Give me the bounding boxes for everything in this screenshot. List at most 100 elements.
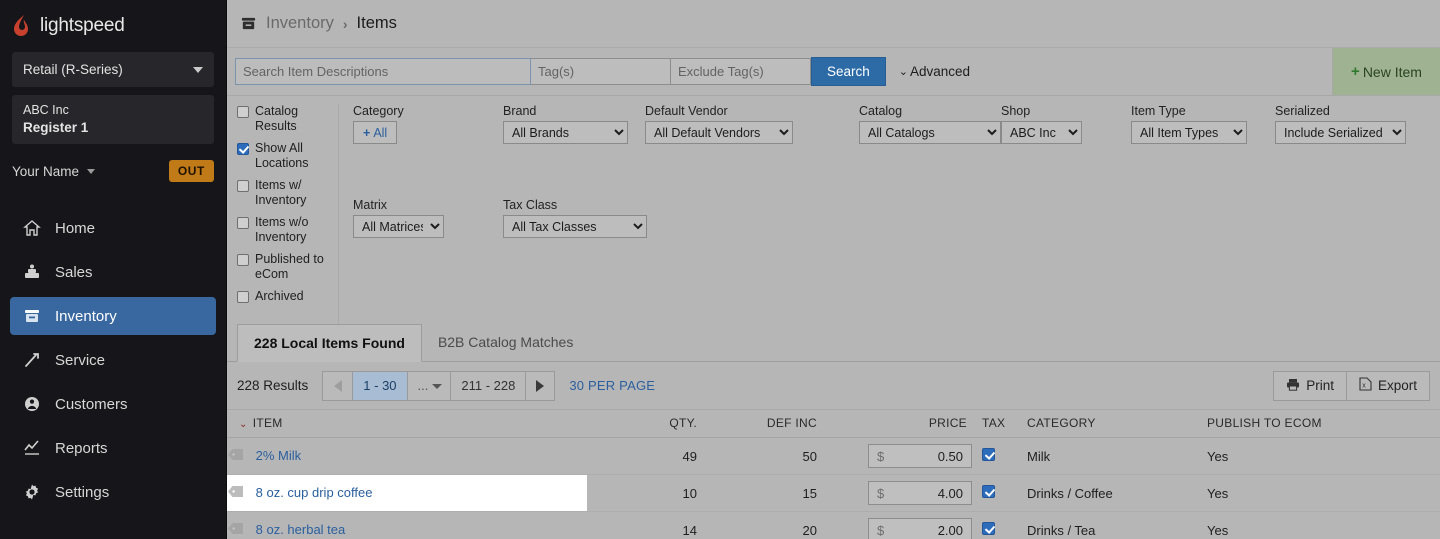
tax-checkbox-checked[interactable] — [982, 522, 995, 535]
col-tax[interactable]: TAX — [972, 410, 1027, 438]
tax-checkbox-checked[interactable] — [982, 448, 995, 461]
filter-dropdowns: Category + All Brand All Brands Default … — [339, 104, 1440, 318]
user-menu[interactable]: Your Name — [12, 164, 96, 179]
shop-register-box[interactable]: ABC Inc Register 1 — [12, 95, 214, 144]
table-row[interactable]: 8 oz. cup drip coffee 10 15 $ 4.00 Drink… — [227, 474, 1440, 512]
checkbox-icon[interactable] — [237, 254, 249, 266]
sidebar-item-customers[interactable]: Customers — [10, 385, 216, 423]
price-input[interactable]: $ 4.00 — [868, 481, 972, 505]
cell-publish: Yes — [1207, 474, 1440, 512]
sidebar-item-label: Sales — [55, 263, 93, 281]
filter-label: Serialized — [1275, 104, 1330, 118]
search-input[interactable] — [235, 58, 531, 85]
sidebar-item-label: Home — [55, 219, 96, 237]
brand: lightspeed — [0, 0, 226, 50]
per-page-link[interactable]: 30 PER PAGE — [569, 378, 655, 393]
sidebar-item-settings[interactable]: Settings — [10, 473, 216, 511]
tag-icon[interactable] — [227, 448, 244, 464]
table-row[interactable]: 2% Milk 49 50 $ 0.50 Milk Yes — [227, 437, 1440, 475]
col-item[interactable]: ⌄ ITEM — [227, 410, 587, 438]
filter-show-all-locations[interactable]: Show All Locations — [237, 141, 338, 170]
checkbox-icon[interactable] — [237, 106, 249, 118]
filter-published-to-ecom[interactable]: Published to eCom — [237, 252, 338, 281]
filter-archived[interactable]: Archived — [237, 289, 338, 304]
page-1-30[interactable]: 1 - 30 — [352, 370, 407, 401]
filter-catalog: Catalog All Catalogs — [859, 104, 1001, 144]
item-link[interactable]: 2% Milk — [256, 448, 302, 463]
exclude-tags-input[interactable] — [671, 58, 811, 85]
shop-select[interactable]: ABC Inc — [1001, 121, 1082, 144]
filter-items-without-inventory[interactable]: Items w/o Inventory — [237, 215, 338, 244]
tab-b2b-catalog-matches[interactable]: B2B Catalog Matches — [422, 323, 589, 361]
page-211-228[interactable]: 211 - 228 — [450, 370, 526, 401]
category-all-label: All — [373, 125, 388, 140]
tab-local-items[interactable]: 228 Local Items Found — [237, 324, 422, 362]
col-def-inc[interactable]: DEF INC — [697, 410, 817, 438]
filter-catalog-results[interactable]: Catalog Results — [237, 104, 338, 133]
next-page-button[interactable] — [525, 370, 556, 401]
tag-icon[interactable] — [227, 485, 244, 501]
serialized-select[interactable]: Include Serialized — [1275, 121, 1406, 144]
svg-text:x: x — [1362, 383, 1366, 390]
col-category[interactable]: CATEGORY — [1027, 410, 1207, 438]
home-icon — [22, 219, 41, 238]
filter-label: Tax Class — [503, 198, 558, 212]
tag-icon[interactable] — [227, 522, 244, 538]
sidebar-item-sales[interactable]: Sales — [10, 253, 216, 291]
search-button[interactable]: Search — [811, 57, 886, 86]
export-button[interactable]: x Export — [1346, 370, 1430, 401]
item-link[interactable]: 8 oz. herbal tea — [256, 522, 346, 537]
sidebar-nav: Home Sales Inventory Service Customers R… — [0, 209, 226, 511]
checkbox-icon[interactable] — [237, 180, 249, 192]
matrix-select[interactable]: All Matrices — [353, 215, 444, 238]
filter-items-with-inventory[interactable]: Items w/ Inventory — [237, 178, 338, 207]
tags-input[interactable] — [531, 58, 671, 85]
tax-checkbox-checked[interactable] — [982, 485, 995, 498]
checkbox-icon[interactable] — [237, 217, 249, 229]
breadcrumb: Inventory › Items — [227, 0, 1440, 48]
col-qty[interactable]: QTY. — [587, 410, 697, 438]
tax-class-select[interactable]: All Tax Classes — [503, 215, 647, 238]
checkbox-icon[interactable] — [237, 291, 249, 303]
col-price[interactable]: PRICE — [817, 410, 972, 438]
col-item-label: ITEM — [252, 416, 283, 430]
default-vendor-select[interactable]: All Default Vendors — [645, 121, 793, 144]
clock-out-badge[interactable]: OUT — [168, 160, 214, 182]
sidebar-item-label: Reports — [55, 439, 108, 457]
catalog-select[interactable]: All Catalogs — [859, 121, 1001, 144]
price-value: 4.00 — [937, 485, 963, 501]
table-row[interactable]: 8 oz. herbal tea 14 20 $ 2.00 Drinks / T… — [227, 511, 1440, 539]
register-name: Register 1 — [23, 120, 89, 135]
print-button[interactable]: Print — [1273, 370, 1347, 401]
item-link[interactable]: 8 oz. cup drip coffee — [256, 485, 373, 500]
breadcrumb-parent[interactable]: Inventory — [266, 14, 334, 33]
category-all-button[interactable]: + All — [353, 121, 398, 144]
page-range-dropdown[interactable]: ... — [406, 370, 451, 401]
cell-qty: 14 — [587, 511, 697, 539]
product-selector[interactable]: Retail (R-Series) — [12, 52, 214, 87]
cell-price: $ 2.00 — [817, 511, 972, 539]
sidebar-item-home[interactable]: Home — [10, 209, 216, 247]
sidebar: lightspeed Retail (R-Series) ABC Inc Reg… — [0, 0, 227, 539]
filter-label: Matrix — [353, 198, 388, 212]
new-item-button[interactable]: + New Item — [1332, 48, 1440, 95]
item-type-select[interactable]: All Item Types — [1131, 121, 1247, 144]
brand-select[interactable]: All Brands — [503, 121, 628, 144]
sidebar-item-reports[interactable]: Reports — [10, 429, 216, 467]
price-input[interactable]: $ 0.50 — [868, 444, 972, 468]
prev-page-button[interactable] — [322, 370, 353, 401]
result-tabs: 228 Local Items Found B2B Catalog Matche… — [227, 318, 1440, 362]
advanced-toggle[interactable]: ⌄ Advanced — [899, 64, 970, 79]
advanced-label: Advanced — [910, 64, 971, 79]
sidebar-item-inventory[interactable]: Inventory — [10, 297, 216, 335]
person-icon — [22, 395, 41, 414]
cell-def-inc: 50 — [697, 437, 817, 475]
checkbox-icon-checked[interactable] — [237, 143, 249, 155]
filter-tax-class: Tax Class All Tax Classes — [503, 198, 647, 238]
filter-item-type: Item Type All Item Types — [1131, 104, 1275, 144]
col-publish-to-ecom[interactable]: PUBLISH TO ECOM — [1207, 410, 1440, 438]
sidebar-item-service[interactable]: Service — [10, 341, 216, 379]
price-input[interactable]: $ 2.00 — [868, 518, 972, 539]
filter-label: Shop — [1001, 104, 1031, 118]
sidebar-item-label: Inventory — [55, 307, 117, 325]
